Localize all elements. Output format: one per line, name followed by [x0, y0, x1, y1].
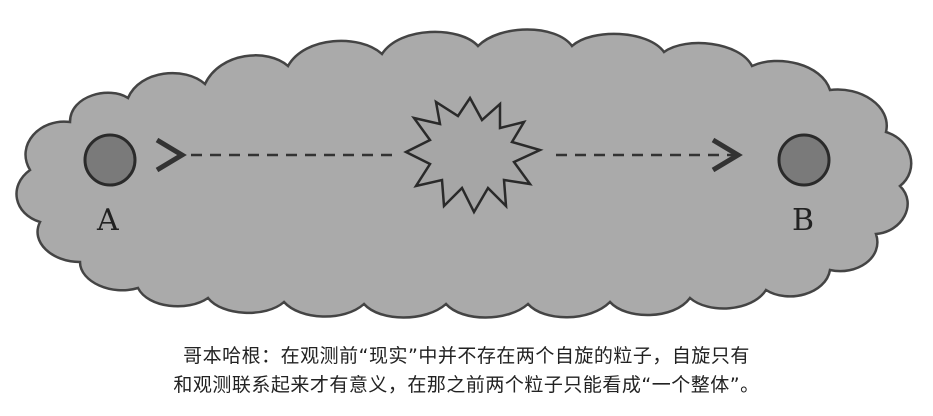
entanglement-diagram: A B	[15, 28, 913, 319]
caption-line-1: 哥本哈根：在观测前“现实”中并不存在两个自旋的粒子，自旋只有	[183, 345, 750, 367]
caption-line-2: 和观测联系起来才有意义，在那之前两个粒子只能看成“一个整体”。	[173, 374, 760, 396]
particle-a-label: A	[96, 203, 119, 238]
particle-a	[83, 133, 137, 187]
particle-b-label: B	[792, 203, 814, 238]
figure-caption: 哥本哈根：在观测前“现实”中并不存在两个自旋的粒子，自旋只有 和观测联系起来才有…	[0, 342, 933, 400]
particle-b	[777, 133, 831, 187]
